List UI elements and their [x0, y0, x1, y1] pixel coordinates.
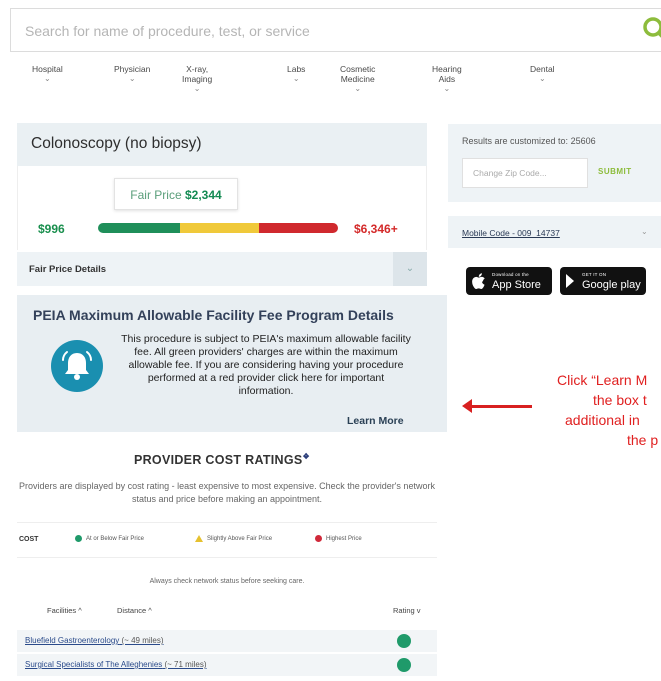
price-bar-segment [98, 223, 180, 233]
fair-price-value: $2,344 [184, 188, 222, 202]
search-input[interactable] [23, 17, 587, 45]
fair-price-box: Fair Price $2,344 [114, 178, 238, 210]
high-price: $6,346+ [354, 222, 398, 236]
legend-item-slightly-above: Slightly Above Fair Price [195, 535, 272, 542]
nav-item-dental[interactable]: Dental ⌄ [530, 64, 555, 83]
chevron-down-icon: ⌄ [44, 74, 51, 83]
peia-body: This procedure is subject to PEIA's maxi… [121, 333, 411, 397]
zip-code-input[interactable] [462, 158, 588, 188]
annotation-line: the box t [593, 392, 647, 408]
cost-legend: COST At or Below Fair Price Slightly Abo… [17, 522, 437, 558]
mobile-code-toggle[interactable]: Mobile Code - 009_14737 ⌄ [448, 216, 661, 248]
chevron-down-icon: ⌄ [128, 74, 136, 83]
rating-dot-icon [397, 658, 411, 672]
sort-facilities[interactable]: Facilities ^ [47, 606, 82, 615]
price-bar-segment [179, 223, 259, 233]
nav-item-xray-imaging[interactable]: X-ray, Imaging ⌄ [182, 64, 212, 93]
price-card: Fair Price $2,344 $996 $6,346+ [17, 166, 427, 250]
current-zip: 25606 [570, 136, 596, 146]
mobile-code: Mobile Code - 009_14737 [462, 228, 560, 238]
nav-item-physician[interactable]: Physician ⌄ [114, 64, 150, 83]
legend-item-highest: Highest Price [315, 535, 362, 542]
chevron-down-icon: ⌄ [354, 84, 362, 93]
peia-info-box[interactable]: PEIA Maximum Allowable Facility Fee Prog… [17, 295, 447, 432]
nav-item-hospital[interactable]: Hospital ⌄ [32, 64, 63, 83]
price-range-bar [98, 223, 338, 233]
search-icon[interactable] [641, 15, 661, 45]
sort-distance[interactable]: Distance ^ [117, 606, 152, 615]
chevron-down-icon: ⌄ [443, 84, 451, 93]
nav-item-hearing-aids[interactable]: Hearing Aids ⌄ [432, 64, 462, 93]
chevron-down-icon: ⌄ [393, 252, 427, 286]
rating-dot-icon [397, 634, 411, 648]
provider-cost-ratings-title: PROVIDER COST RATINGS❖ [133, 452, 311, 468]
red-dot-icon [315, 535, 322, 542]
legend-label: COST [19, 536, 39, 543]
network-notice: Always check network status before seeki… [149, 578, 305, 585]
provider-link[interactable]: Surgical Specialists of The Alleghenies … [25, 660, 207, 669]
fair-price-details-label: Fair Price Details [29, 264, 107, 275]
legend-item-fair: At or Below Fair Price [75, 535, 144, 542]
table-row[interactable]: Surgical Specialists of The Alleghenies … [17, 654, 437, 676]
zip-customization-box: Results are customized to: 25606 SUBMIT [448, 124, 661, 202]
nav-item-cosmetic-medicine[interactable]: Cosmetic Medicine ⌄ [340, 64, 375, 93]
chevron-down-icon: ⌄ [292, 74, 300, 83]
annotation-arrow [470, 405, 532, 408]
fair-price-details-toggle[interactable]: Fair Price Details ⌄ [17, 252, 427, 286]
chevron-down-icon: ⌄ [538, 74, 546, 83]
results-label: Results are customized to: 25606 [462, 136, 596, 146]
green-dot-icon [75, 535, 82, 542]
google-play-icon [566, 274, 574, 288]
procedure-title: Colonoscopy (no biopsy) [31, 135, 202, 152]
annotation-line: the p [627, 432, 659, 448]
apple-icon [472, 273, 485, 289]
google-play-button[interactable]: GET IT ON Google play [560, 267, 646, 295]
yellow-triangle-icon [195, 535, 203, 542]
low-price: $996 [38, 222, 65, 236]
annotation-arrow-head [462, 399, 472, 413]
procedure-header: Colonoscopy (no biopsy) [17, 123, 427, 166]
info-icon[interactable]: ❖ [303, 452, 310, 461]
chevron-down-icon: ⌄ [193, 84, 201, 93]
search-bar [10, 8, 661, 52]
annotation-line: additional in [565, 412, 640, 428]
sort-row: Facilities ^ Distance ^ Rating v [17, 600, 437, 624]
app-store-button[interactable]: Download on the App Store [466, 267, 552, 295]
learn-more-link[interactable]: Learn More [347, 415, 404, 427]
provider-link[interactable]: Bluefield Gastroenterology (~ 49 miles) [25, 636, 164, 645]
sort-rating[interactable]: Rating v [393, 606, 421, 615]
provider-ratings-description: Providers are displayed by cost rating -… [19, 481, 435, 504]
submit-button[interactable]: SUBMIT [598, 167, 632, 176]
bell-icon [51, 340, 103, 392]
table-row[interactable]: Bluefield Gastroenterology (~ 49 miles) [17, 630, 437, 652]
price-bar-segment [258, 223, 338, 233]
nav-item-labs[interactable]: Labs ⌄ [287, 64, 305, 83]
chevron-down-icon: ⌄ [641, 227, 648, 236]
peia-title: PEIA Maximum Allowable Facility Fee Prog… [33, 307, 394, 323]
annotation-line: Click “Learn M [557, 372, 648, 388]
